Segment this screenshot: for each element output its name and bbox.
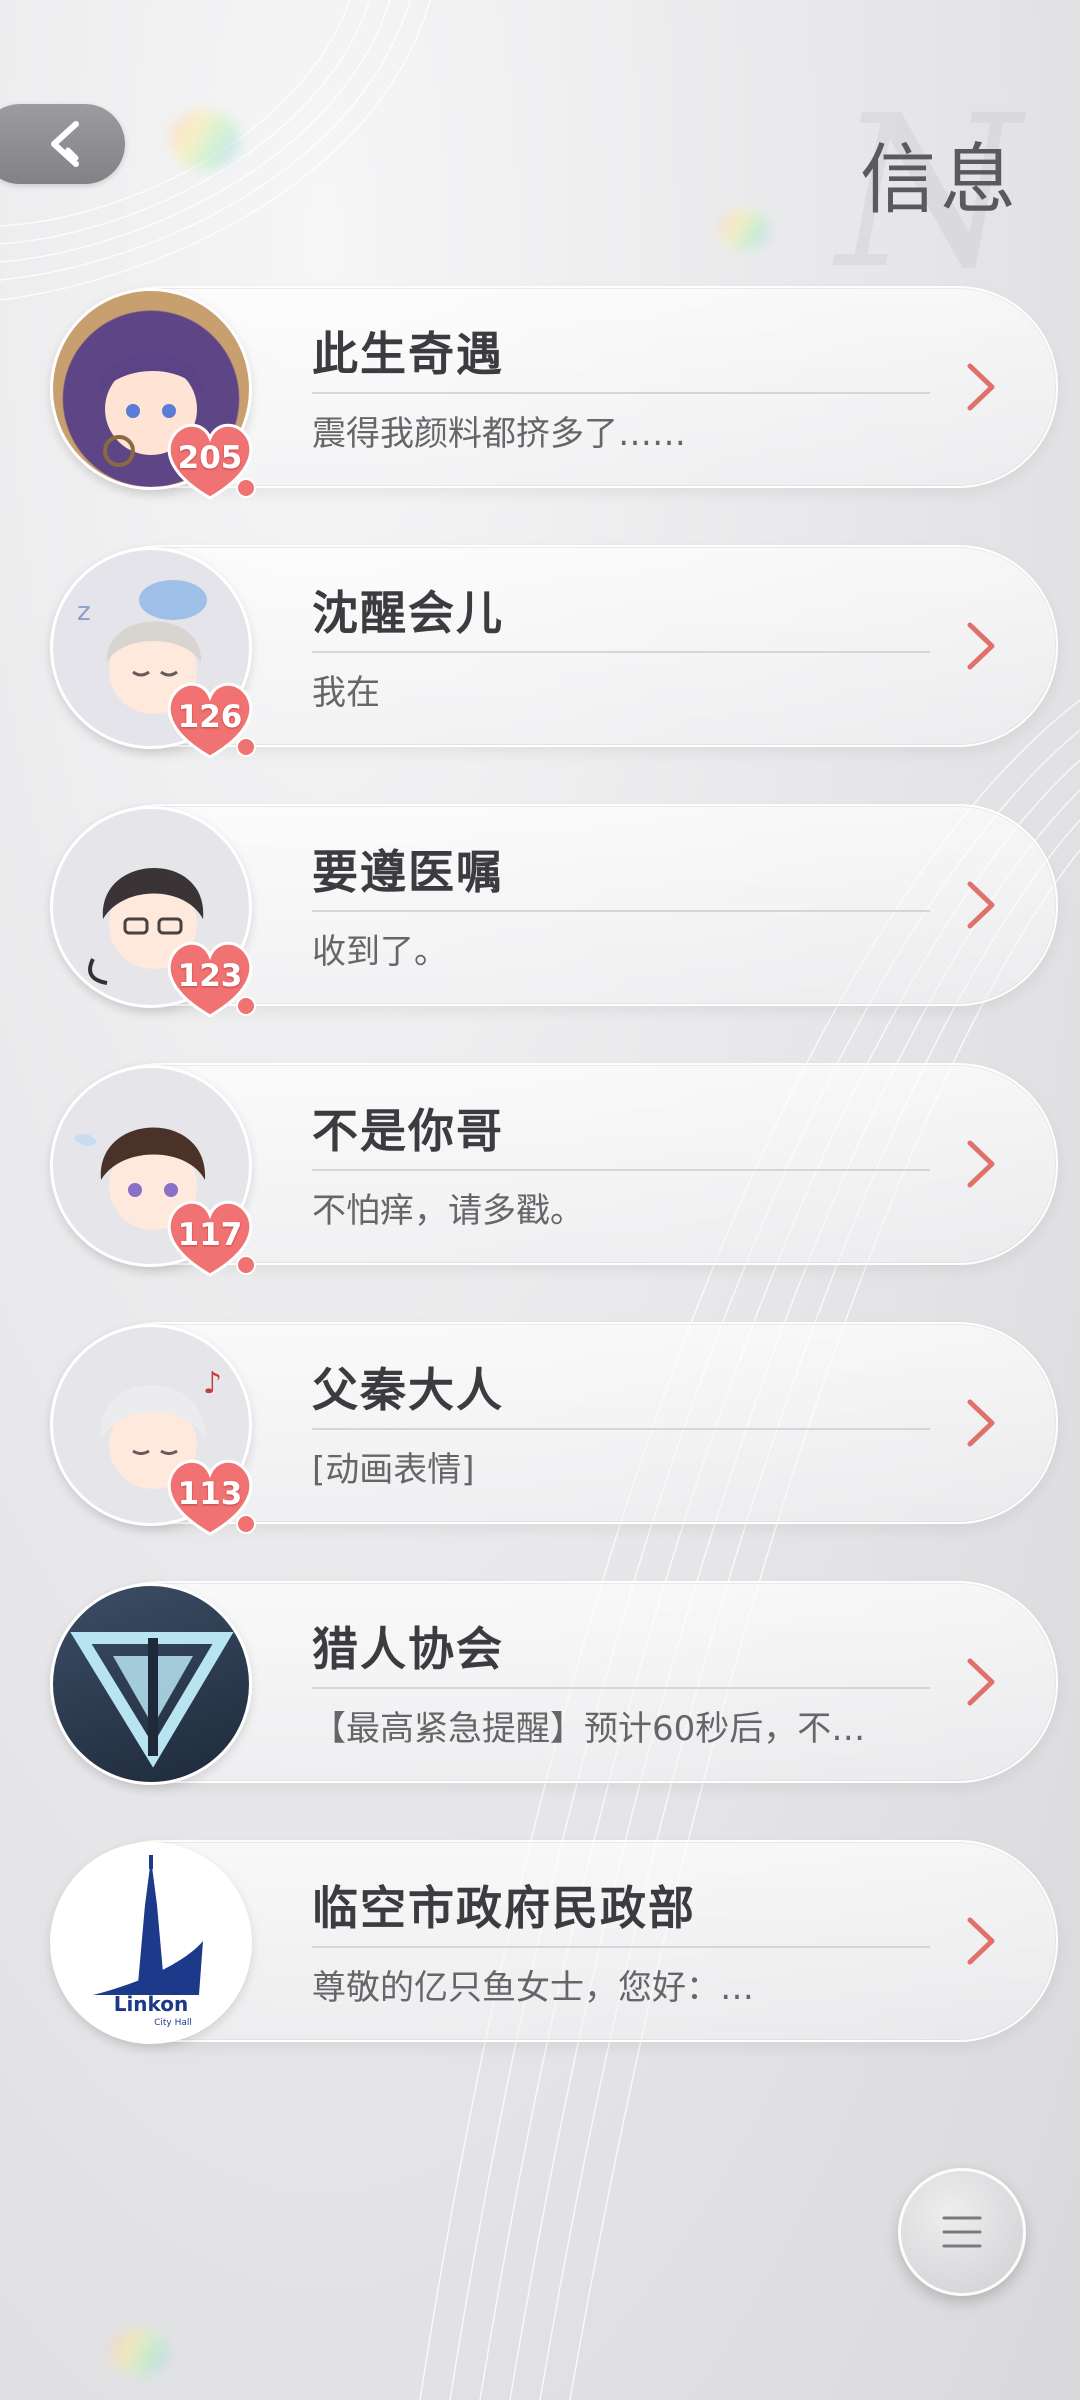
affection-heart-badge: 117 [162,1195,258,1281]
divider [312,1428,930,1430]
message-preview: 【最高紧急提醒】预计60秒后，不… [312,1709,866,1749]
affection-heart-badge: 126 [162,677,258,763]
divider [312,392,930,394]
logo-text: Linkon [114,1992,189,2016]
contact-name: 要遵医嘱 [312,845,504,899]
divider [312,910,930,912]
chevron-right-icon [967,1917,995,1965]
light-flare [170,110,240,170]
message-preview: 震得我颜料都挤多了…… [312,414,686,454]
affection-level: 205 [177,440,243,476]
contact-avatar[interactable]: 117 [50,1065,256,1277]
divider [312,1946,930,1948]
affection-heart-badge: 123 [162,936,258,1022]
contact-name: 猎人协会 [312,1622,504,1676]
contact-avatar[interactable]: Linkon City Hall [50,1842,252,2044]
contact-avatar[interactable] [50,1583,252,1785]
divider [312,1169,930,1171]
avatar-image: Linkon City Hall [50,1842,252,2044]
avatar-image [50,1583,252,1785]
page-title: 信息 [860,135,1020,224]
hunter-association-logo [70,1632,234,1768]
contact-avatar[interactable]: z 126 [50,547,256,759]
light-flare [110,2330,170,2375]
logo-subtext: City Hall [154,2018,192,2028]
affection-level: 117 [177,1217,243,1253]
affection-heart-badge: 205 [162,418,258,504]
chevron-right-icon [967,622,995,670]
affection-level: 113 [177,1476,243,1512]
contact-name: 不是你哥 [312,1104,504,1158]
contact-avatar[interactable]: 123 [50,806,256,1018]
message-preview: 不怕痒，请多戳。 [312,1191,584,1231]
divider [312,1687,930,1689]
message-preview: 收到了。 [312,932,448,972]
chevron-right-icon [967,1140,995,1188]
menu-icon [942,2216,982,2248]
affection-level: 123 [177,958,243,994]
chevron-right-icon [967,1658,995,1706]
affection-level: 126 [177,699,243,735]
light-flare [720,210,770,250]
message-preview: [动画表情] [312,1450,475,1490]
divider [312,651,930,653]
contact-avatar[interactable]: 205 [50,288,256,500]
chevron-right-icon [967,363,995,411]
menu-button[interactable] [898,2168,1026,2296]
contact-name: 父秦大人 [312,1363,504,1417]
chevron-right-icon [967,881,995,929]
back-button[interactable] [0,104,125,184]
contact-name: 此生奇遇 [312,327,504,381]
chevron-left-icon [50,121,79,167]
affection-heart-badge: 113 [162,1454,258,1540]
message-preview: 尊敬的亿只鱼女士，您好：… [312,1968,754,2008]
linkon-city-hall-logo: Linkon City Hall [93,1855,203,2028]
contact-name: 临空市政府民政部 [312,1881,696,1935]
message-preview: 我在 [312,673,380,713]
contact-name: 沈醒会儿 [312,586,504,640]
svg-text:♪: ♪ [203,1366,222,1401]
contact-avatar[interactable]: ♪ 113 [50,1324,256,1536]
svg-text:z: z [77,597,91,627]
chevron-right-icon [967,1399,995,1447]
